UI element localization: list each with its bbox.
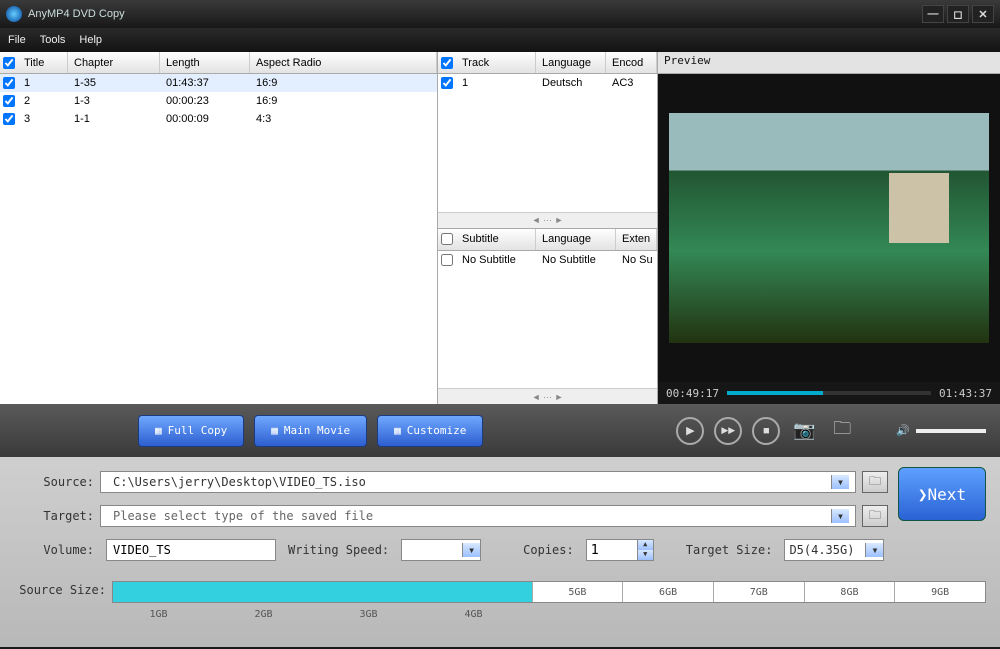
track-header: Track Language Encod: [438, 52, 657, 74]
chevron-down-icon: ▾: [831, 509, 849, 523]
menubar: File Tools Help: [0, 28, 1000, 52]
timebar: 00:49:17 01:43:37: [658, 382, 1000, 404]
customize-icon: ▦: [394, 424, 401, 437]
preview-frame: [669, 113, 989, 343]
form-panel: Source: C:\Users\jerry\Desktop\VIDEO_TS.…: [0, 457, 1000, 647]
browse-source-button[interactable]: 🗀: [862, 471, 888, 493]
main-movie-button[interactable]: ▦Main Movie: [254, 415, 367, 447]
open-folder-button[interactable]: 🗀: [828, 419, 856, 443]
copies-input[interactable]: [587, 540, 637, 560]
col-track[interactable]: Track: [456, 52, 536, 73]
title-panel: Title Chapter Length Aspect Radio 1 1-35…: [0, 52, 438, 404]
title-row[interactable]: 1 1-35 01:43:37 16:9: [0, 74, 437, 92]
menu-tools[interactable]: Tools: [40, 34, 66, 46]
title-row[interactable]: 2 1-3 00:00:23 16:9: [0, 92, 437, 110]
volume-input[interactable]: [106, 539, 276, 561]
track-row-check[interactable]: [441, 77, 453, 89]
browse-target-button[interactable]: 🗀: [862, 505, 888, 527]
volume-slider[interactable]: [916, 429, 986, 433]
app-logo-icon: [6, 6, 22, 22]
col-aspect[interactable]: Aspect Radio: [250, 52, 437, 73]
subtitle-checkall[interactable]: [441, 233, 453, 245]
subtitle-scrollbar[interactable]: ◄ ··· ►: [438, 388, 657, 404]
col-extension[interactable]: Exten: [616, 229, 657, 250]
stop-button[interactable]: ■: [752, 417, 780, 445]
volume-icon: 🔊: [896, 424, 910, 437]
chevron-down-icon: ▾: [831, 475, 849, 489]
col-length[interactable]: Length: [160, 52, 250, 73]
title-row-check[interactable]: [3, 113, 15, 125]
target-dropdown[interactable]: Please select type of the saved file ▾: [100, 505, 856, 527]
target-size-dropdown[interactable]: D5(4.35G) ▾: [784, 539, 884, 561]
preview-video[interactable]: [658, 74, 1000, 382]
close-button[interactable]: ✕: [972, 5, 994, 23]
title-row-check[interactable]: [3, 95, 15, 107]
source-size-fill: [113, 582, 532, 602]
subtitle-row-check[interactable]: [441, 254, 453, 266]
time-current: 00:49:17: [666, 387, 719, 400]
source-dropdown[interactable]: C:\Users\jerry\Desktop\VIDEO_TS.iso ▾: [100, 471, 856, 493]
title-checkall[interactable]: [3, 57, 15, 69]
col-track-language[interactable]: Language: [536, 52, 606, 73]
menu-file[interactable]: File: [8, 34, 26, 46]
track-subtitle-panel: Track Language Encod 1 Deutsch AC3 ◄ ···…: [438, 52, 658, 404]
writing-speed-dropdown[interactable]: ▾: [401, 539, 481, 561]
customize-button[interactable]: ▦Customize: [377, 415, 483, 447]
title-header: Title Chapter Length Aspect Radio: [0, 52, 437, 74]
title-row[interactable]: 3 1-1 00:00:09 4:3: [0, 110, 437, 128]
track-scrollbar[interactable]: ◄ ··· ►: [438, 212, 657, 228]
preview-panel: Preview 00:49:17 01:43:37: [658, 52, 1000, 404]
snapshot-button[interactable]: 📷: [790, 419, 818, 443]
menu-help[interactable]: Help: [79, 34, 102, 46]
maximize-button[interactable]: ◻: [947, 5, 969, 23]
disc-icon: ▦: [155, 424, 162, 437]
col-subtitle[interactable]: Subtitle: [456, 229, 536, 250]
col-encoding[interactable]: Encod: [606, 52, 657, 73]
time-total: 01:43:37: [939, 387, 992, 400]
copies-spinner[interactable]: ▲▼: [586, 539, 654, 561]
subtitle-row[interactable]: No Subtitle No Subtitle No Su: [438, 251, 657, 269]
next-button[interactable]: ❯Next: [898, 467, 986, 521]
full-copy-button[interactable]: ▦Full Copy: [138, 415, 244, 447]
col-sub-language[interactable]: Language: [536, 229, 616, 250]
track-row[interactable]: 1 Deutsch AC3: [438, 74, 657, 92]
source-label: Source:: [14, 475, 94, 489]
modebar: ▦Full Copy ▦Main Movie ▦Customize ▶ ▶▶ ■…: [0, 404, 1000, 457]
col-chapter[interactable]: Chapter: [68, 52, 160, 73]
film-icon: ▦: [271, 424, 278, 437]
track-checkall[interactable]: [441, 57, 453, 69]
target-label: Target:: [14, 509, 94, 523]
minimize-button[interactable]: —: [922, 5, 944, 23]
col-title[interactable]: Title: [18, 52, 68, 73]
writing-speed-label: Writing Speed:: [288, 543, 389, 557]
target-size-label: Target Size:: [686, 543, 773, 557]
volume-control[interactable]: 🔊: [896, 424, 986, 437]
source-size-label: Source Size:: [14, 583, 106, 597]
volume-label: Volume:: [14, 543, 94, 557]
next-frame-button[interactable]: ▶▶: [714, 417, 742, 445]
play-button[interactable]: ▶: [676, 417, 704, 445]
title-row-check[interactable]: [3, 77, 15, 89]
subtitle-header: Subtitle Language Exten: [438, 229, 657, 251]
app-title: AnyMP4 DVD Copy: [28, 8, 125, 20]
seek-slider[interactable]: [727, 391, 931, 395]
titlebar: AnyMP4 DVD Copy — ◻ ✕: [0, 0, 1000, 28]
source-size-bar: 5GB 6GB 7GB 8GB 9GB: [112, 581, 986, 603]
copies-label: Copies:: [523, 543, 574, 557]
preview-label: Preview: [658, 52, 1000, 74]
